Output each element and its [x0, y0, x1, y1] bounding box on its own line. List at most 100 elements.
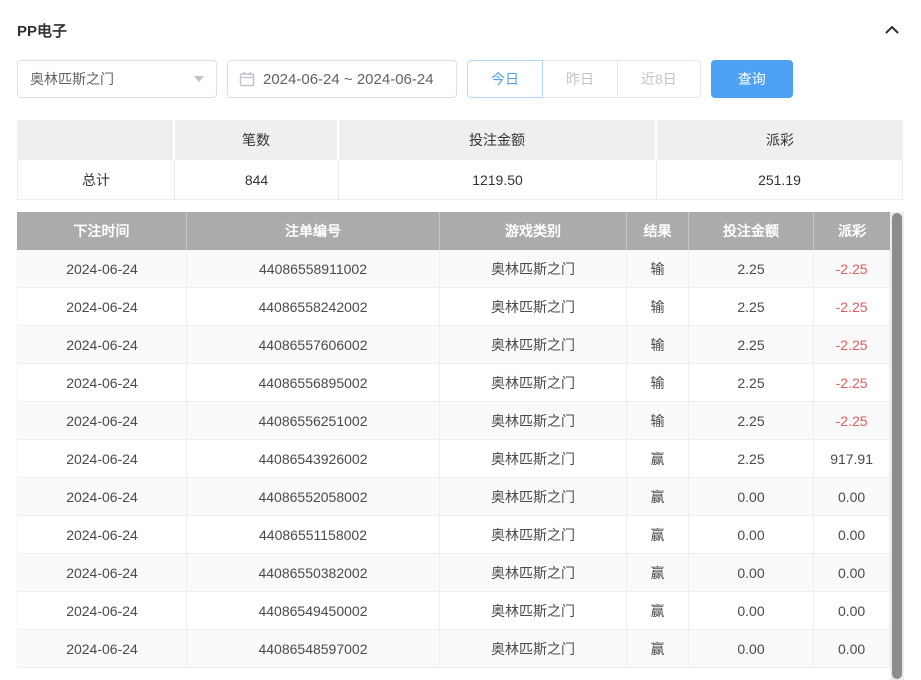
- cell-order: 44086558911002: [187, 250, 440, 288]
- cell-game: 奥林匹斯之门: [440, 554, 627, 592]
- cell-result: 赢: [627, 554, 689, 592]
- table-row: 2024-06-2444086552058002奥林匹斯之门赢0.000.00: [17, 478, 890, 516]
- table-row: 2024-06-2444086548597002奥林匹斯之门赢0.000.00: [17, 630, 890, 668]
- quick-button-today[interactable]: 今日: [467, 60, 543, 98]
- column-header-bet-amount: 投注金额: [689, 212, 814, 250]
- bets-table: 下注时间 注单编号 游戏类别 结果 投注金额 派彩 2024-06-244408…: [17, 212, 890, 680]
- cell-time: 2024-06-24: [17, 592, 187, 630]
- cell-bet: 0.00: [689, 478, 814, 516]
- chevron-up-icon: [884, 22, 900, 38]
- table-row: 2024-06-2444086549450002奥林匹斯之门赢0.000.00: [17, 592, 890, 630]
- cell-game: 奥林匹斯之门: [440, 630, 627, 668]
- summary-header-spacer: [17, 120, 175, 160]
- column-header-result: 结果: [627, 212, 689, 250]
- cell-time: 2024-06-24: [17, 440, 187, 478]
- summary-total-payout: 251.19: [657, 160, 903, 200]
- cell-bet: 2.25: [689, 364, 814, 402]
- cell-time: 2024-06-24: [17, 402, 187, 440]
- cell-result: 输: [627, 402, 689, 440]
- cell-order: 44086551158002: [187, 516, 440, 554]
- cell-order: 44086557606002: [187, 326, 440, 364]
- summary-header-count: 笔数: [175, 120, 339, 160]
- summary-header-bet-amount: 投注金额: [339, 120, 657, 160]
- cell-result: 赢: [627, 440, 689, 478]
- cell-bet: 0.00: [689, 554, 814, 592]
- table-row: 2024-06-2444086543926002奥林匹斯之门赢2.25917.9…: [17, 440, 890, 478]
- table-header-row: 下注时间 注单编号 游戏类别 结果 投注金额 派彩: [17, 212, 890, 250]
- cell-payout: -2.25: [814, 402, 890, 440]
- cell-payout: 0.00: [814, 554, 890, 592]
- cell-result: 输: [627, 250, 689, 288]
- summary-header-payout: 派彩: [657, 120, 903, 160]
- cell-bet: 2.25: [689, 440, 814, 478]
- cell-payout: -2.25: [814, 364, 890, 402]
- quick-button-yesterday[interactable]: 昨日: [542, 60, 618, 98]
- cell-bet: 0.00: [689, 630, 814, 668]
- cell-result: 赢: [627, 516, 689, 554]
- table-scrollbar[interactable]: [890, 212, 904, 680]
- cell-time: 2024-06-24: [17, 326, 187, 364]
- chevron-down-icon: [194, 76, 204, 82]
- cell-order: 44086552058002: [187, 478, 440, 516]
- table-body: 2024-06-2444086558911002奥林匹斯之门输2.25-2.25…: [17, 250, 890, 668]
- cell-payout: -2.25: [814, 326, 890, 364]
- cell-order: 44086556251002: [187, 402, 440, 440]
- cell-result: 赢: [627, 478, 689, 516]
- cell-payout: 917.91: [814, 440, 890, 478]
- cell-payout: 0.00: [814, 592, 890, 630]
- table-row: 2024-06-2444086551158002奥林匹斯之门赢0.000.00: [17, 516, 890, 554]
- cell-time: 2024-06-24: [17, 630, 187, 668]
- cell-payout: 0.00: [814, 516, 890, 554]
- column-header-order-number: 注单编号: [187, 212, 440, 250]
- cell-order: 44086549450002: [187, 592, 440, 630]
- cell-payout: -2.25: [814, 288, 890, 326]
- game-select-value: 奥林匹斯之门: [30, 69, 114, 89]
- cell-time: 2024-06-24: [17, 478, 187, 516]
- summary-total-row: 总计 844 1219.50 251.19: [17, 160, 903, 200]
- cell-bet: 0.00: [689, 516, 814, 554]
- pp-electronic-panel: PP电子 奥林匹斯之门 2024-06-24 ~ 2024-06-24 今日 昨…: [0, 0, 921, 680]
- cell-result: 输: [627, 326, 689, 364]
- cell-game: 奥林匹斯之门: [440, 516, 627, 554]
- cell-game: 奥林匹斯之门: [440, 402, 627, 440]
- date-range-value: 2024-06-24 ~ 2024-06-24: [263, 71, 434, 88]
- cell-result: 输: [627, 364, 689, 402]
- quick-button-last-8-days[interactable]: 近8日: [617, 60, 701, 98]
- cell-game: 奥林匹斯之门: [440, 250, 627, 288]
- cell-time: 2024-06-24: [17, 288, 187, 326]
- cell-result: 赢: [627, 630, 689, 668]
- collapse-panel-button[interactable]: [880, 18, 904, 42]
- cell-time: 2024-06-24: [17, 516, 187, 554]
- summary-total-count: 844: [175, 160, 339, 200]
- date-range-picker[interactable]: 2024-06-24 ~ 2024-06-24: [227, 60, 457, 98]
- cell-bet: 2.25: [689, 326, 814, 364]
- cell-bet: 2.25: [689, 288, 814, 326]
- cell-order: 44086558242002: [187, 288, 440, 326]
- cell-result: 赢: [627, 592, 689, 630]
- game-select[interactable]: 奥林匹斯之门: [17, 60, 217, 98]
- bets-table-wrap: 下注时间 注单编号 游戏类别 结果 投注金额 派彩 2024-06-244408…: [17, 212, 904, 680]
- table-row: 2024-06-2444086556895002奥林匹斯之门输2.25-2.25: [17, 364, 890, 402]
- cell-order: 44086556895002: [187, 364, 440, 402]
- cell-result: 输: [627, 288, 689, 326]
- cell-order: 44086543926002: [187, 440, 440, 478]
- table-row: 2024-06-2444086557606002奥林匹斯之门输2.25-2.25: [17, 326, 890, 364]
- cell-game: 奥林匹斯之门: [440, 364, 627, 402]
- cell-payout: -2.25: [814, 250, 890, 288]
- cell-time: 2024-06-24: [17, 364, 187, 402]
- scrollbar-thumb[interactable]: [892, 213, 902, 679]
- cell-game: 奥林匹斯之门: [440, 440, 627, 478]
- cell-game: 奥林匹斯之门: [440, 288, 627, 326]
- calendar-icon: [239, 71, 255, 87]
- table-row: 2024-06-2444086556251002奥林匹斯之门输2.25-2.25: [17, 402, 890, 440]
- search-button[interactable]: 查询: [711, 60, 793, 98]
- cell-payout: 0.00: [814, 478, 890, 516]
- cell-order: 44086548597002: [187, 630, 440, 668]
- cell-bet: 2.25: [689, 250, 814, 288]
- column-header-bet-time: 下注时间: [17, 212, 187, 250]
- panel-title: PP电子: [17, 20, 67, 41]
- table-row: 2024-06-2444086558242002奥林匹斯之门输2.25-2.25: [17, 288, 890, 326]
- quick-date-buttons: 今日 昨日 近8日: [467, 60, 701, 98]
- cell-game: 奥林匹斯之门: [440, 326, 627, 364]
- summary-total-bet-amount: 1219.50: [339, 160, 657, 200]
